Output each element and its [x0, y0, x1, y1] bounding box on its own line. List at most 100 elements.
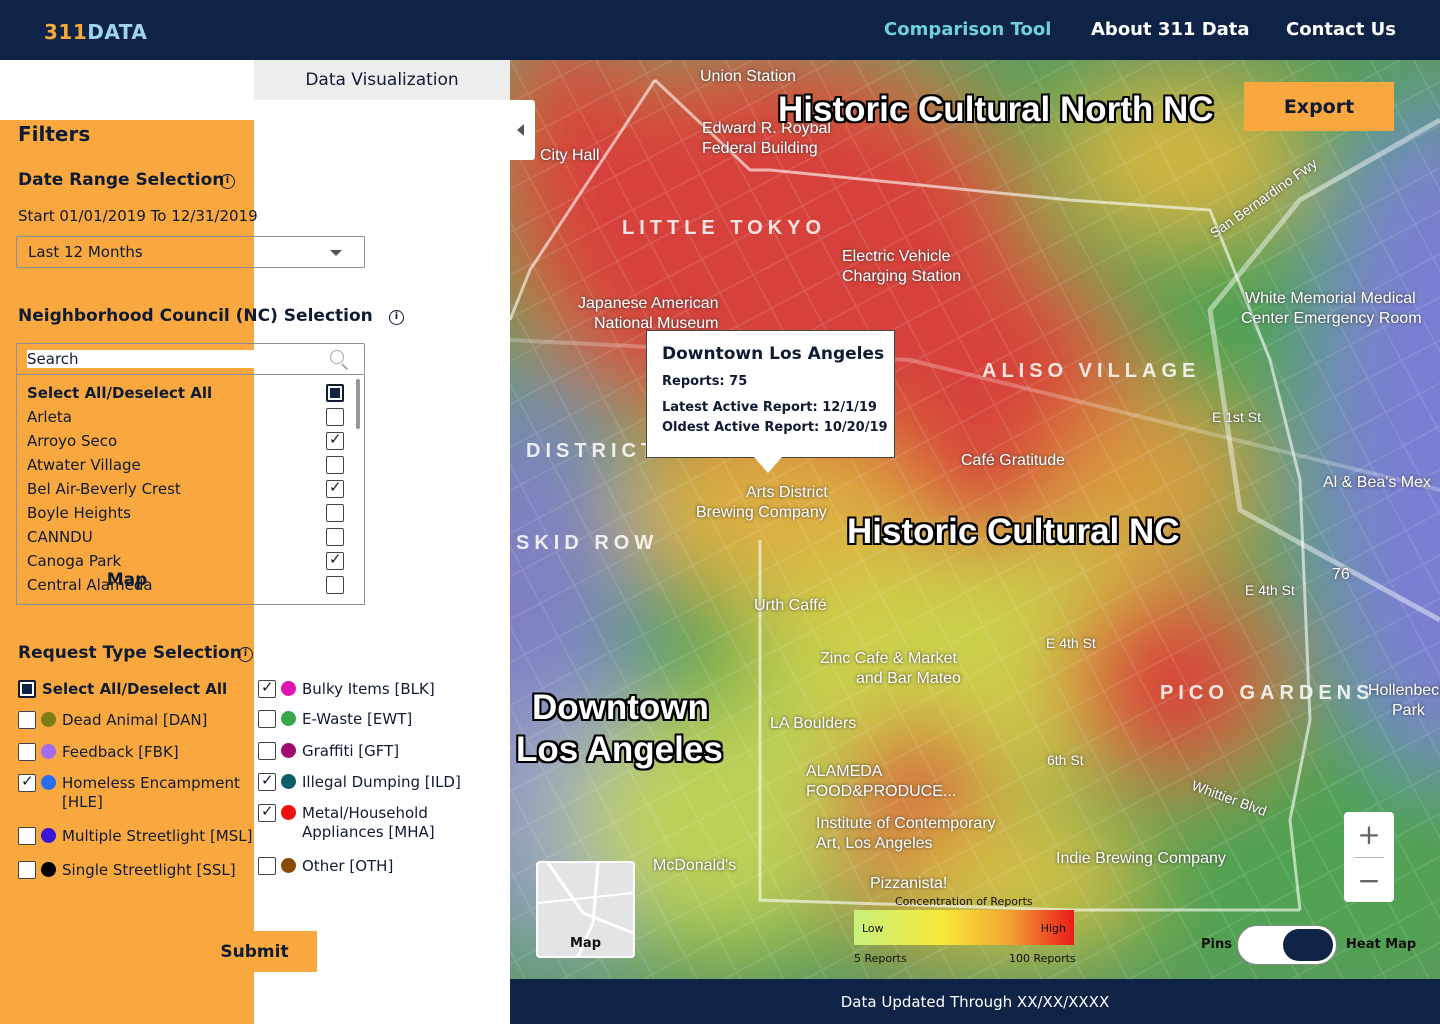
heat-map[interactable]: Union Station Edward R. Roybal Federal B… — [510, 60, 1440, 979]
footer-text: Data Updated Through XX/XX/XXXX — [840, 992, 1110, 1011]
toggle-label-pins: Pins — [1201, 937, 1232, 952]
district-label: PICO GARDENS — [1160, 682, 1375, 704]
date-range-value: Last 12 Months — [28, 243, 143, 261]
place-label: Brewing Company — [696, 504, 827, 521]
place-label: Art, Los Angeles — [816, 835, 933, 852]
minimap-label: Map — [569, 936, 601, 951]
nc-search[interactable] — [16, 343, 365, 375]
nav-contact[interactable]: Contact Us — [1286, 19, 1396, 40]
request-checkbox[interactable] — [258, 857, 276, 875]
list-item: Canoga Park — [27, 552, 122, 570]
scrollbar[interactable] — [356, 379, 360, 429]
request-checkbox[interactable] — [258, 771, 276, 791]
top-navbar: 311DATA Comparison Tool About 311 Data C… — [0, 0, 1440, 60]
place-label: ALAMEDA — [806, 763, 883, 780]
info-icon[interactable]: i — [389, 310, 404, 325]
request-checkbox[interactable] — [258, 678, 276, 698]
legend-max: 100 Reports — [1009, 952, 1076, 965]
nav-about[interactable]: About 311 Data — [1091, 19, 1250, 40]
nc-checkbox[interactable] — [326, 408, 344, 426]
place-label: Electric Vehicle — [842, 248, 951, 265]
place-label: Japanese American — [578, 295, 719, 312]
street-label: E 1st St — [1212, 409, 1262, 425]
toggle-knob — [1283, 929, 1333, 961]
e-waste-dot — [281, 711, 296, 726]
tab-data-visualization[interactable]: Data Visualization — [254, 60, 510, 100]
list-item: Arroyo Seco — [27, 432, 118, 450]
nc-label-downtown-line1: Downtown — [532, 688, 709, 727]
list-item: Boyle Heights — [27, 504, 131, 522]
place-label: Zinc Cafe & Market — [820, 650, 957, 667]
list-item: Central Alameda — [27, 576, 153, 594]
request-label: Metal/Household — [302, 804, 428, 822]
place-label: McDonald's — [653, 857, 737, 874]
search-icon — [330, 350, 344, 364]
nc-checkbox-list[interactable]: Select All/Deselect All Arleta Arroyo Se… — [16, 375, 365, 605]
popup-title: Downtown Los Angeles — [662, 344, 885, 364]
logo-part1: 311 — [44, 20, 88, 44]
place-label: White Memorial Medical — [1245, 290, 1416, 307]
toggle-label-heat-map: Heat Map — [1346, 937, 1417, 952]
request-checkbox[interactable] — [18, 772, 36, 792]
single-streetlight-dot — [41, 862, 56, 877]
place-label: and Bar Mateo — [856, 670, 961, 687]
info-icon[interactable]: i — [220, 174, 235, 189]
street-label: 6th St — [1047, 752, 1084, 768]
info-icon[interactable]: i — [238, 647, 253, 662]
bulky-items-dot — [281, 681, 296, 696]
request-checkbox[interactable] — [18, 743, 36, 761]
date-range-select[interactable]: Last 12 Months — [16, 236, 365, 268]
zoom-out-button[interactable]: − — [1354, 857, 1384, 902]
nc-checkbox[interactable] — [326, 550, 344, 570]
filters-sidebar: Map Data Visualization Filters Date Rang… — [0, 60, 510, 1024]
request-select-all-checkbox[interactable] — [18, 680, 36, 698]
place-label: FOOD&PRODUCE... — [806, 783, 957, 800]
request-label: Feedback [FBK] — [62, 743, 179, 761]
district-label: ALISO VILLAGE — [982, 360, 1201, 382]
request-checkbox[interactable] — [18, 861, 36, 879]
nc-checkbox[interactable] — [326, 576, 344, 594]
zoom-in-button[interactable]: + — [1344, 812, 1394, 857]
nc-checkbox[interactable] — [326, 504, 344, 522]
nc-checkbox[interactable] — [326, 430, 344, 450]
dead-animal-dot — [41, 712, 56, 727]
request-label: Homeless Encampment — [62, 774, 240, 792]
district-label: SKID ROW — [516, 532, 659, 554]
request-checkbox[interactable] — [258, 802, 276, 822]
request-label-line2: [HLE] — [62, 793, 103, 811]
nc-checkbox[interactable] — [326, 456, 344, 474]
request-label: Single Streetlight [SSL] — [62, 861, 236, 879]
app-logo[interactable]: 311DATA — [44, 20, 147, 44]
place-label: Arts District — [746, 484, 828, 501]
request-checkbox[interactable] — [258, 710, 276, 728]
list-item: Atwater Village — [27, 456, 141, 474]
request-checkbox[interactable] — [18, 711, 36, 729]
nc-popup: Downtown Los Angeles Reports: 75 Latest … — [646, 330, 895, 473]
illegal-dumping-dot — [281, 774, 296, 789]
nc-label-downtown-line2: Los Angeles — [516, 730, 723, 769]
metal-household-dot — [281, 805, 296, 820]
map-mode-toggle[interactable] — [1237, 925, 1337, 965]
nc-search-input[interactable] — [27, 350, 317, 368]
collapse-sidebar-button[interactable] — [510, 100, 535, 160]
street-label: E 4th St — [1046, 635, 1096, 651]
nav-comparison-tool[interactable]: Comparison Tool — [884, 19, 1051, 40]
place-label: Urth Caffé — [754, 597, 827, 614]
zoom-control: + − — [1344, 812, 1394, 902]
place-label: LA Boulders — [770, 715, 857, 732]
nc-checkbox[interactable] — [326, 528, 344, 546]
nc-select-all-checkbox[interactable] — [326, 384, 344, 402]
nc-selection-heading: Neighborhood Council (NC) Selection — [18, 306, 373, 326]
place-label: Charging Station — [842, 268, 962, 285]
place-label: Café Gratitude — [961, 452, 1066, 469]
popup-oldest: Oldest Active Report: 10/20/19 — [662, 420, 888, 435]
request-checkbox[interactable] — [18, 827, 36, 845]
submit-button[interactable]: Submit — [192, 931, 317, 972]
nc-checkbox[interactable] — [326, 478, 344, 498]
district-label: DISTRICT — [526, 440, 659, 462]
nc-label-historic-cultural: Historic Cultural NC — [847, 512, 1180, 551]
request-checkbox[interactable] — [258, 742, 276, 760]
basemap-switcher[interactable]: Map — [536, 861, 635, 958]
export-button[interactable]: Export — [1244, 82, 1394, 131]
place-label: 76 — [1332, 566, 1350, 583]
